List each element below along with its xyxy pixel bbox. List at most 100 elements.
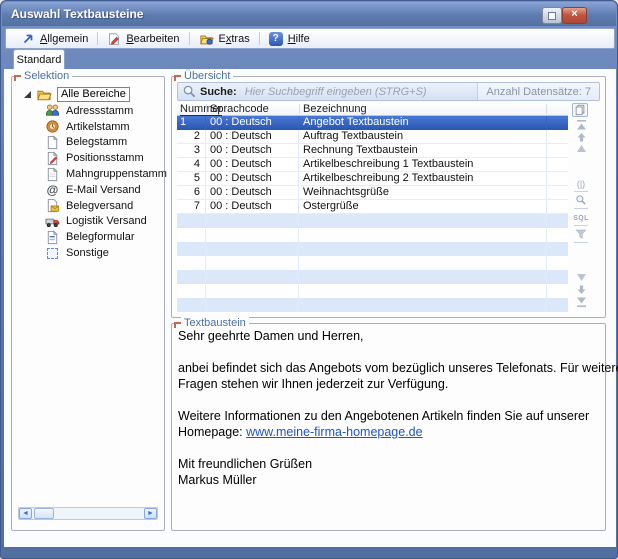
restore-button[interactable]: [542, 7, 562, 24]
table-row[interactable]: 4 00 : Deutsch Artikelbeschreibung 1 Tex…: [177, 158, 568, 172]
text-line: Fragen stehen wir Ihnen jederzeit zur Ve…: [178, 376, 599, 392]
tree-root-alle-bereiche[interactable]: Alle Bereiche: [24, 87, 130, 102]
horizontal-scrollbar[interactable]: ◄ ►: [18, 507, 158, 520]
search-icon: [182, 84, 197, 99]
sql-button[interactable]: SQL: [573, 214, 589, 223]
search-input[interactable]: Suche: Hier Suchbegriff eingeben (STRG+S…: [177, 82, 600, 101]
filter-icon: [575, 228, 587, 240]
text-line: Markus Müller: [178, 472, 599, 488]
triangle-down-icon: [576, 273, 587, 282]
column-header-sprachcode[interactable]: Sprachcode: [210, 103, 269, 115]
navigator-separator: [574, 242, 588, 243]
cell-spacer: [547, 116, 568, 129]
table-row[interactable]: 2 00 : Deutsch Auftrag Textbaustein: [177, 130, 568, 144]
cell-spacer: [547, 144, 568, 157]
truck-icon: [45, 214, 60, 229]
tree-item-email-versand[interactable]: @ E-Mail Versand: [45, 182, 167, 198]
table-row[interactable]: 5 00 : Deutsch Artikelbeschreibung 2 Tex…: [177, 172, 568, 186]
textbaustein-preview[interactable]: Sehr geehrte Damen und Herren, anbei bef…: [178, 328, 599, 488]
tree-item-belegformular[interactable]: Belegformular: [45, 229, 167, 245]
table-search-button[interactable]: [573, 194, 589, 206]
go-last-button[interactable]: [573, 296, 589, 307]
tree-item-positionsstamm[interactable]: Positionsstamm: [45, 150, 167, 166]
table-row[interactable]: 1 00 : Deutsch Angebot Textbaustein: [177, 116, 568, 130]
tree-item-label: Belegversand: [66, 200, 133, 212]
cell-bezeichnung: Artikelbeschreibung 2 Textbaustein: [299, 172, 547, 185]
cell-spacer: [547, 130, 568, 143]
go-next-button[interactable]: [573, 284, 589, 295]
people-icon: [45, 103, 60, 118]
navigator-separator: [574, 208, 588, 209]
homepage-link[interactable]: www.meine-firma-homepage.de: [246, 425, 422, 439]
tree-item-label: Logistik Versand: [66, 215, 147, 227]
last-icon: [576, 296, 587, 307]
tree-item-logistik-versand[interactable]: Logistik Versand: [45, 214, 167, 230]
arrow-ne-icon: [21, 32, 35, 46]
cell-bezeichnung: Ostergrüße: [299, 200, 547, 213]
tree-item-sonstige[interactable]: Sonstige: [45, 245, 167, 261]
menu-hilfe[interactable]: ? Hilfe: [260, 29, 319, 48]
scroll-up-button[interactable]: [573, 144, 589, 153]
go-first-button[interactable]: [573, 120, 589, 131]
empty-row: [177, 214, 568, 228]
tree-item-artikelstamm[interactable]: Artikelstamm: [45, 119, 167, 135]
selektion-groupbox: Selektion Alle Bereiche Adressstamm Arti…: [11, 76, 165, 531]
menu-label: Hilfe: [288, 33, 310, 45]
go-previous-button[interactable]: [573, 132, 589, 143]
tree-item-label: E-Mail Versand: [66, 184, 141, 196]
tree-expanded-icon[interactable]: [24, 91, 31, 98]
cell-sprachcode: 00 : Deutsch: [206, 130, 299, 143]
menu-allgemein[interactable]: Allgemein: [12, 29, 97, 48]
textbaustein-table: Nummer Sprachcode Bezeichnung 1 00 : Deu…: [177, 103, 568, 314]
scroll-right-button[interactable]: ►: [144, 508, 157, 519]
blank-line: [178, 440, 599, 456]
scroll-down-button[interactable]: [573, 273, 589, 282]
cell-sprachcode: 00 : Deutsch: [206, 158, 299, 171]
cell-nummer: 5: [177, 172, 206, 185]
cell-nummer: 2: [177, 130, 206, 143]
empty-row: [177, 270, 568, 284]
close-button[interactable]: ×: [562, 7, 587, 24]
menu-label: Extras: [219, 33, 250, 45]
tree-item-label: Belegstamm: [66, 136, 127, 148]
text-line: Homepage: www.meine-firma-homepage.de: [178, 424, 599, 440]
search-placeholder: Hier Suchbegriff eingeben (STRG+S): [245, 86, 478, 98]
cell-spacer: [547, 158, 568, 171]
cell-nummer: 6: [177, 186, 206, 199]
scroll-left-button[interactable]: ◄: [19, 508, 32, 519]
cell-nummer: 7: [177, 200, 206, 213]
tree-item-adressstamm[interactable]: Adressstamm: [45, 103, 167, 119]
text-line: Mit freundlichen Grüßen: [178, 456, 599, 472]
window-title: Auswahl Textbausteine: [11, 7, 143, 21]
cell-bezeichnung: Angebot Textbaustein: [299, 116, 547, 129]
cell-bezeichnung: Auftrag Textbaustein: [299, 130, 547, 143]
menu-extras[interactable]: Extras: [190, 29, 259, 48]
table-row[interactable]: 6 00 : Deutsch Weihnachtsgrüße: [177, 186, 568, 200]
arrow-up-icon: [576, 132, 587, 143]
empty-row: [177, 228, 568, 242]
tab-standard[interactable]: Standard: [13, 49, 65, 70]
folder-extras-icon: [199, 32, 214, 46]
filter-button[interactable]: [573, 228, 589, 240]
copy-button[interactable]: [572, 103, 588, 117]
groupbox-corner-mark: [14, 75, 21, 81]
column-header-bezeichnung[interactable]: Bezeichnung: [303, 103, 367, 115]
scrollbar-thumb[interactable]: [34, 508, 54, 519]
record-position-button[interactable]: (|): [573, 179, 589, 189]
document-icon: [45, 135, 60, 150]
help-icon: ?: [269, 32, 283, 46]
column-separator: [299, 104, 300, 114]
table-row[interactable]: 7 00 : Deutsch Ostergrüße: [177, 200, 568, 214]
tree-item-label: Artikelstamm: [66, 121, 130, 133]
copy-icon: [574, 104, 586, 116]
tree-item-belegversand[interactable]: Belegversand: [45, 198, 167, 214]
empty-row: [177, 242, 568, 256]
tree-item-belegstamm[interactable]: Belegstamm: [45, 135, 167, 151]
tree-item-mahngruppenstamm[interactable]: Mahngruppenstamm: [45, 166, 167, 182]
menu-bar: Allgemein Bearbeiten Extras ? Hilfe: [5, 28, 615, 49]
document-envelope-icon: [45, 198, 60, 213]
tree-list: Adressstamm Artikelstamm Belegstamm Posi…: [45, 103, 167, 261]
first-icon: [576, 120, 587, 131]
menu-bearbeiten[interactable]: Bearbeiten: [98, 29, 188, 48]
table-row[interactable]: 3 00 : Deutsch Rechnung Textbaustein: [177, 144, 568, 158]
